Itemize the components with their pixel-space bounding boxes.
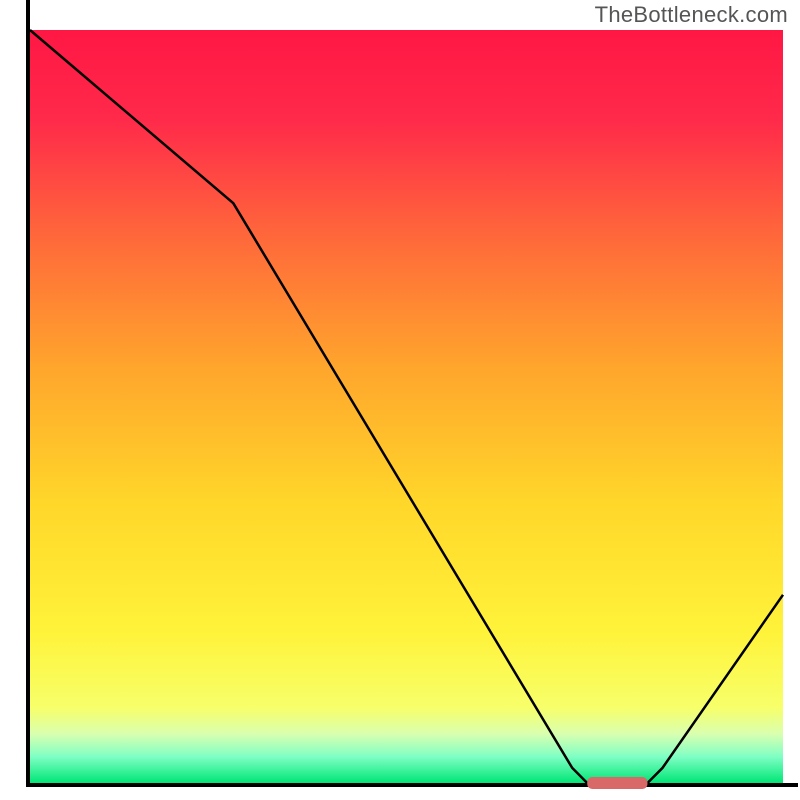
plot-background xyxy=(30,30,783,783)
bottleneck-chart-svg xyxy=(0,0,800,800)
chart-frame: TheBottleneck.com xyxy=(0,0,800,800)
optimal-range-marker xyxy=(587,777,647,789)
watermark-text: TheBottleneck.com xyxy=(595,2,788,28)
